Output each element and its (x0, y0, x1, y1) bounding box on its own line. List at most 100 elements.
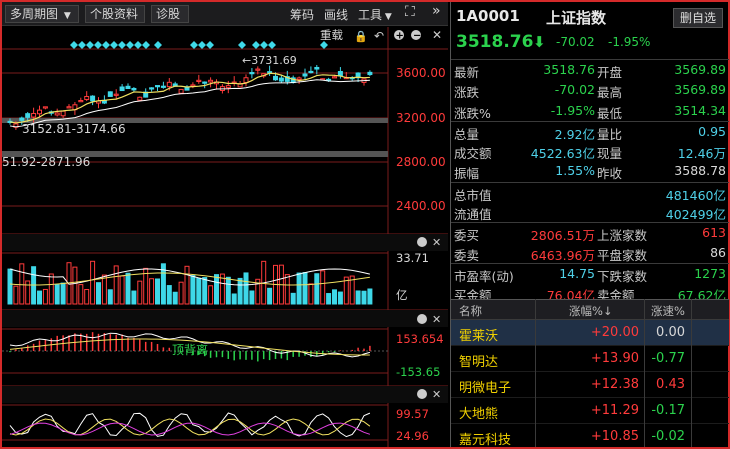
quote-value: 3588.78 (674, 163, 726, 179)
volume-bar (166, 285, 172, 305)
quote-row: 振幅 1.55% 昨收 3588.78 (451, 161, 729, 181)
quote-row: 涨跌% -1.95% 最低 3514.34 (451, 101, 729, 121)
tools-menu[interactable]: 工具 ▼ (358, 6, 392, 23)
header-change[interactable]: 涨幅%↓ (569, 303, 613, 319)
period-label: 多周期图 (10, 7, 59, 21)
ranking-row[interactable]: 明微电子 +12.38 0.43 (451, 372, 729, 398)
quote-value: 402499亿 (665, 207, 726, 223)
price-tick-1: 3600.00 (396, 66, 446, 80)
volume-bar (149, 278, 155, 305)
candle-body (255, 68, 261, 71)
volume-bar (314, 273, 320, 305)
volume-bar (19, 263, 25, 305)
volume-bar (90, 260, 96, 305)
quote-value: 481460亿 (665, 187, 726, 203)
diagnose-button[interactable]: 诊股 (151, 5, 189, 23)
quote-table: 最新 3518.76 开盘 3569.89 涨跌 -70.02 最高 3569.89 涨跌% -1… (451, 59, 729, 304)
quote-label: 平盘家数 (597, 247, 648, 263)
volume-bar (337, 291, 343, 305)
column-divider (644, 299, 645, 447)
candle-body (314, 66, 320, 70)
volume-bar (48, 273, 54, 305)
osc-bottom-label: 24.96 (396, 429, 429, 443)
stock-name: 嘉元科技 (459, 433, 512, 448)
double-chevron-right-icon[interactable]: » (432, 3, 441, 19)
macd-panel: ✕ 顶背离 153.654 -153.65 (2, 309, 448, 379)
period-dropdown[interactable]: 多周期图 ▼ (5, 5, 79, 23)
ranking-row[interactable]: 智明达 +13.90 -0.77 (451, 346, 729, 372)
stock-name: 明微电子 (459, 381, 512, 396)
quote-header: 1A0001 上证指数 删自选 3518.76 ⬇ -70.02 -1.95% (451, 2, 729, 58)
settings-icon (417, 314, 427, 324)
range-label-1: 3152.81-3174.66 (22, 122, 126, 136)
chevron-down-icon: ▼ (63, 11, 71, 21)
volume-bar (296, 272, 302, 305)
volume-bar (308, 283, 314, 305)
remove-watchlist-button[interactable]: 删自选 (673, 8, 723, 28)
candle-body (196, 79, 202, 83)
volume-bar (267, 287, 273, 305)
quote-row: 委买 2806.51万 上涨家数 613 (451, 222, 729, 243)
volume-bar (172, 291, 178, 305)
header-speed[interactable]: 涨速% (651, 303, 685, 319)
oscillator-panel: ✕ 99.57 24.96 (2, 385, 448, 443)
quote-value: 4522.63亿 (530, 146, 595, 162)
quote-value: 2.92亿 (554, 126, 595, 142)
kline-chart: ←3731.69 3152.81-3174.66 51.92-2871.96 3… (2, 27, 448, 447)
candle-body (125, 85, 131, 90)
quote-label: 最高 (597, 85, 623, 101)
stock-name: 上证指数 (546, 9, 607, 27)
macd-annotation: 顶背离 (172, 342, 208, 357)
volume-bar (178, 281, 184, 305)
quote-label: 委卖 (454, 247, 480, 263)
chips-button[interactable]: 筹码 (290, 6, 314, 23)
macd-top-label: 153.654 (396, 332, 444, 346)
candle-body (60, 110, 66, 117)
volume-bar (42, 288, 48, 305)
quote-value: 3569.89 (674, 82, 726, 98)
ranking-header: 名称 涨幅%↓ 涨速% (451, 299, 729, 320)
volume-unit-label: 亿 (396, 288, 408, 302)
quote-row: 成交额 4522.63亿 现量 12.46万 (451, 141, 729, 161)
volume-bar (96, 282, 101, 305)
volume-bar (196, 277, 202, 305)
close-icon: ✕ (432, 28, 442, 42)
speed-pct: -0.17 (651, 403, 685, 418)
quote-value: 1.55% (555, 163, 595, 179)
arrow-down-icon: ⬇ (533, 33, 546, 51)
quote-value: 12.46万 (677, 146, 726, 162)
quote-label: 量比 (597, 126, 623, 142)
volume-bar (155, 278, 160, 305)
tools-label: 工具 (358, 8, 383, 22)
volume-bars (7, 260, 373, 305)
volume-bar (332, 289, 337, 305)
candle-body (178, 88, 184, 94)
close-icon: ✕ (432, 313, 441, 326)
volume-bar (7, 268, 13, 305)
header-name[interactable]: 名称 (459, 303, 482, 319)
volume-bar (13, 285, 19, 305)
volume-bar (119, 275, 125, 305)
ranking-row[interactable]: 嘉元科技 +10.85 -0.02 (451, 424, 729, 449)
price-change: -70.02 (556, 35, 595, 49)
reload-button: 重载 (320, 28, 343, 42)
fullscreen-icon[interactable]: ⛶ (405, 4, 415, 20)
volume-bar (367, 288, 373, 305)
speed-pct: 0.00 (656, 325, 685, 340)
volume-bar (60, 282, 66, 305)
lock-icon: 🔒 (354, 30, 368, 43)
stock-code: 1A0001 (456, 7, 520, 25)
change-pct: +12.38 (590, 377, 639, 392)
volume-bar (290, 292, 296, 305)
stock-info-button[interactable]: 个股资料 (85, 5, 145, 23)
quote-value: 3518.76 (543, 62, 595, 77)
quote-label: 涨跌 (454, 85, 480, 101)
candle-body (367, 71, 373, 76)
volume-bar (361, 290, 367, 305)
volume-bar (131, 290, 137, 305)
ranking-row[interactable]: 霍莱沃 +20.00 0.00 (451, 320, 729, 346)
draw-line-button[interactable]: 画线 (324, 6, 348, 23)
ranking-row[interactable]: 大地熊 +11.29 -0.17 (451, 398, 729, 424)
price-change-pct: -1.95% (608, 35, 651, 49)
candle-body (332, 76, 337, 79)
